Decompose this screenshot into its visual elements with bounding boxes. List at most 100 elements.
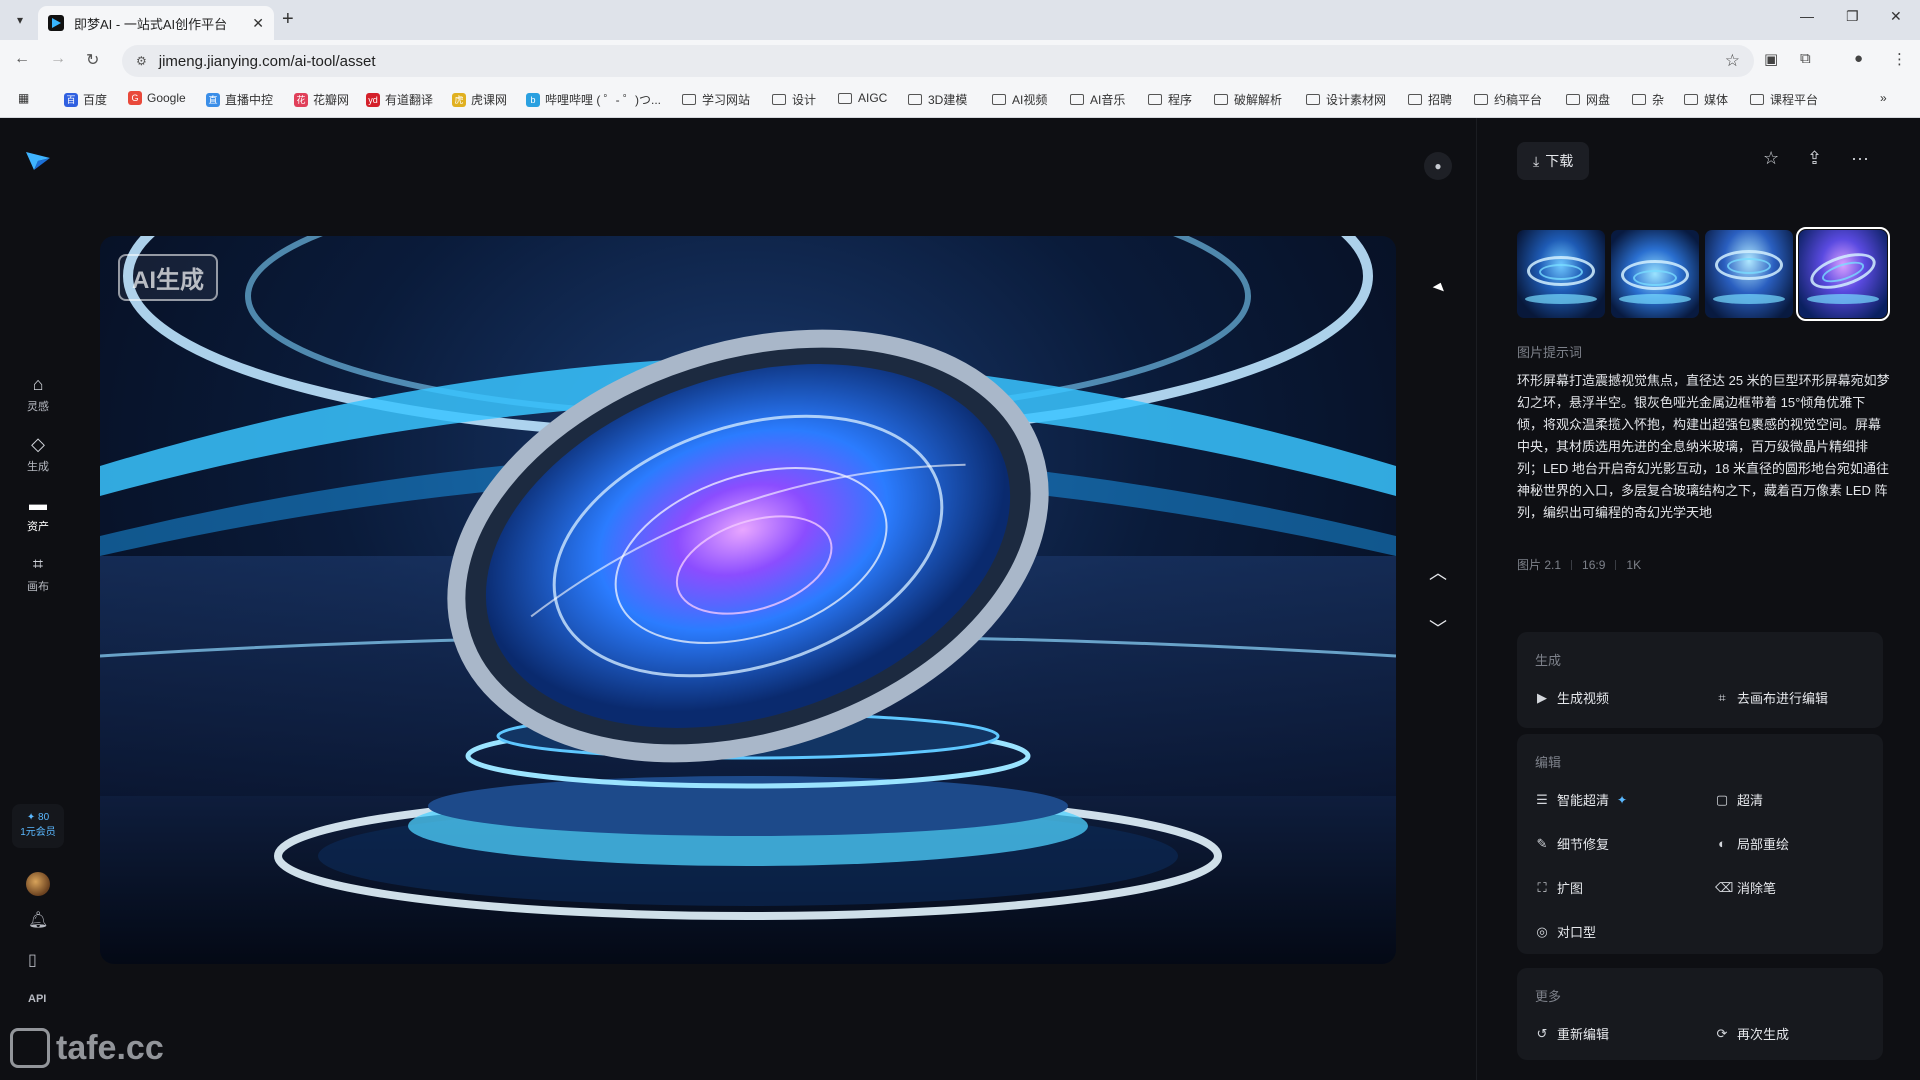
bookmark-folder-aigc[interactable]: AIGC <box>838 91 887 105</box>
bookmark-folder-media[interactable]: 媒体 <box>1684 91 1728 108</box>
left-nav: ⌂ 灵感 ◇ 生成 ▬ 资产 ⌗ 画布 ✦ 80 1元会员 🔔︎ ▯ API <box>0 118 76 1080</box>
thumbnail[interactable] <box>1517 230 1605 318</box>
palette-icon: ◐ <box>1718 836 1726 851</box>
back-icon[interactable]: ← <box>14 50 30 68</box>
generate-section: 生成 ▶ 生成视频 ⌗ 去画布进行编辑 <box>1517 632 1883 728</box>
edit-section: 编辑 ☰ 智能超清 ✦ ▢ 超清 ✎ 细节修复 ◐ 局部重绘 ⛶ 扩图 ⌫ 消除… <box>1517 734 1883 954</box>
api-link[interactable]: API <box>28 993 46 1005</box>
bookmark-live[interactable]: 直直播中控 <box>206 91 273 108</box>
mouse-cursor-icon <box>1432 280 1447 292</box>
model-version: 图片 2.1 <box>1517 558 1562 572</box>
bookmark-youdao[interactable]: yd 有道翻译 <box>366 91 433 108</box>
generate-video-button[interactable]: ▶ 生成视频 <box>1535 688 1609 707</box>
bookmark-folder-misc[interactable]: 杂 <box>1632 91 1664 108</box>
bookmark-folder-netdisk[interactable]: 网盘 <box>1566 91 1610 108</box>
bookmark-folder-material[interactable]: 设计素材网 <box>1306 91 1386 108</box>
browser-tab[interactable]: 即梦AI - 一站式AI创作平台 ✕ <box>38 6 274 40</box>
lips-icon: ◎ <box>1536 923 1548 939</box>
prompt-label: 图片提示词 <box>1517 345 1583 360</box>
bookmark-folder-course[interactable]: 课程平台 <box>1750 91 1818 108</box>
eraser-button[interactable]: ⌫ 消除笔 <box>1715 878 1776 897</box>
nav-item-assets[interactable]: ▬ 资产 <box>0 494 76 534</box>
re-edit-button[interactable]: ↺ 重新编辑 <box>1535 1024 1609 1043</box>
tab-search-icon[interactable]: ▾ <box>8 8 32 32</box>
section-title: 生成 <box>1535 653 1562 668</box>
jimeng-logo-icon[interactable] <box>24 148 52 172</box>
minimize-icon[interactable]: — <box>1800 8 1814 24</box>
bookmark-folder-3d[interactable]: 3D建模 <box>908 91 967 108</box>
tab-close-icon[interactable]: ✕ <box>252 15 264 32</box>
bookmark-folder-design[interactable]: 设计 <box>772 91 816 108</box>
bookmark-folder-aimusic[interactable]: AI音乐 <box>1070 91 1125 108</box>
forward-icon[interactable]: → <box>50 50 66 68</box>
bookmark-folder-crack[interactable]: 破解解析 <box>1214 91 1282 108</box>
detail-repair-button[interactable]: ✎ 细节修复 <box>1535 834 1609 853</box>
image-meta: 图片 2.1 16:9 1K <box>1517 556 1641 573</box>
favicon-icon <box>48 15 64 31</box>
bookmark-bilibili[interactable]: b 哔哩哔哩 ( ゜- ゜)つ... <box>526 91 661 108</box>
bookmarks-overflow-icon[interactable]: » <box>1880 91 1887 105</box>
nav-item-label: 资产 <box>27 521 49 533</box>
more-icon[interactable]: ··· <box>1851 148 1869 169</box>
site-info-icon[interactable]: ⚙ <box>136 54 147 68</box>
smart-upscale-button[interactable]: ☰ 智能超清 ✦ <box>1535 790 1627 809</box>
reload-icon[interactable]: ↻ <box>86 50 99 70</box>
bookmark-google[interactable]: G Google <box>128 91 186 105</box>
vip-promo-button[interactable]: ✦ 80 1元会员 <box>12 804 64 848</box>
share-icon[interactable]: ⇪ <box>1807 148 1822 169</box>
nav-item-generate[interactable]: ◇ 生成 <box>0 434 76 474</box>
profile-icon[interactable]: ● <box>1854 50 1863 67</box>
expand-icon: ⛶ <box>1537 879 1547 895</box>
chevron-down-icon[interactable]: ﹀ <box>1424 614 1452 642</box>
inpaint-button[interactable]: ◐ 局部重绘 <box>1715 834 1789 853</box>
new-tab-icon[interactable]: + <box>282 8 294 31</box>
nav-item-label: 生成 <box>27 461 49 473</box>
nav-item-canvas[interactable]: ⌗ 画布 <box>0 554 76 594</box>
edit-on-canvas-button[interactable]: ⌗ 去画布进行编辑 <box>1715 688 1828 707</box>
close-window-icon[interactable]: ✕ <box>1890 8 1902 25</box>
section-title: 编辑 <box>1535 755 1562 770</box>
extension-icon[interactable]: ▣ <box>1764 50 1778 68</box>
lip-sync-button[interactable]: ◎ 对口型 <box>1535 922 1596 941</box>
nav-item-inspiration[interactable]: ⌂ 灵感 <box>0 374 76 414</box>
apps-grid-icon[interactable]: ▦ <box>18 91 29 105</box>
bookmark-baidu[interactable]: 百百度 <box>64 91 107 108</box>
thumbnail[interactable] <box>1611 230 1699 318</box>
url-text: jimeng.jianying.com/ai-tool/asset <box>158 52 376 70</box>
bookmark-folder-program[interactable]: 程序 <box>1148 91 1192 108</box>
download-button[interactable]: ⤓ 下载 <box>1517 142 1590 180</box>
bookmark-folder-commission[interactable]: 约稿平台 <box>1474 91 1542 108</box>
favorite-star-icon[interactable]: ☆ <box>1763 148 1779 169</box>
bookmark-folder-jobs[interactable]: 招聘 <box>1408 91 1452 108</box>
vip-offer: 1元会员 <box>20 827 56 838</box>
chevron-up-icon[interactable]: ︿ <box>1424 558 1452 586</box>
thumbnail-strip <box>1517 227 1890 321</box>
browser-tabbar: ▾ 即梦AI - 一站式AI创作平台 ✕ + — ❐ ✕ <box>0 0 1920 40</box>
bookmark-huaban[interactable]: 花花瓣网 <box>294 91 349 108</box>
regenerate-button[interactable]: ⟳ 再次生成 <box>1715 1024 1789 1043</box>
info-icon[interactable]: ● <box>1424 152 1452 180</box>
url-field[interactable]: ⚙ jimeng.jianying.com/ai-tool/asset ☆ <box>122 45 1754 77</box>
bookmarks-bar: ▦ 百百度 G Google 直直播中控 花花瓣网 yd 有道翻译 虎虎课网 b 哔哩… <box>0 82 1920 118</box>
mobile-icon[interactable]: ▯ <box>28 950 37 970</box>
bookmark-folder-aivideo[interactable]: AI视频 <box>992 91 1047 108</box>
upscale-button[interactable]: ▢ 超清 <box>1715 790 1763 809</box>
ai-generated-badge: AI生成 <box>118 254 218 301</box>
crop-icon: ⌗ <box>32 554 44 574</box>
expand-image-button[interactable]: ⛶ 扩图 <box>1535 878 1583 897</box>
bookmark-huke[interactable]: 虎虎课网 <box>452 91 507 108</box>
restore-icon[interactable]: ❐ <box>1846 8 1859 25</box>
avatar[interactable] <box>26 872 50 896</box>
thumbnail-selected[interactable] <box>1796 227 1890 321</box>
browser-menu-icon[interactable]: ⋮ <box>1892 50 1907 68</box>
bookmark-folder-study[interactable]: 学习网站 <box>682 91 750 108</box>
edit-icon: ↺ <box>1536 1025 1548 1041</box>
thumbnail[interactable] <box>1705 230 1793 318</box>
eraser-icon: ⌫ <box>1715 879 1734 895</box>
bell-icon[interactable]: 🔔︎ <box>28 910 48 930</box>
generated-image: AI生成 <box>100 236 1396 964</box>
watermark-logo-icon <box>10 1028 50 1068</box>
hd-box-icon: ▢ <box>1715 791 1729 807</box>
bookmark-star-icon[interactable]: ☆ <box>1725 51 1740 71</box>
puzzle-icon[interactable]: ⧉ <box>1800 50 1811 67</box>
